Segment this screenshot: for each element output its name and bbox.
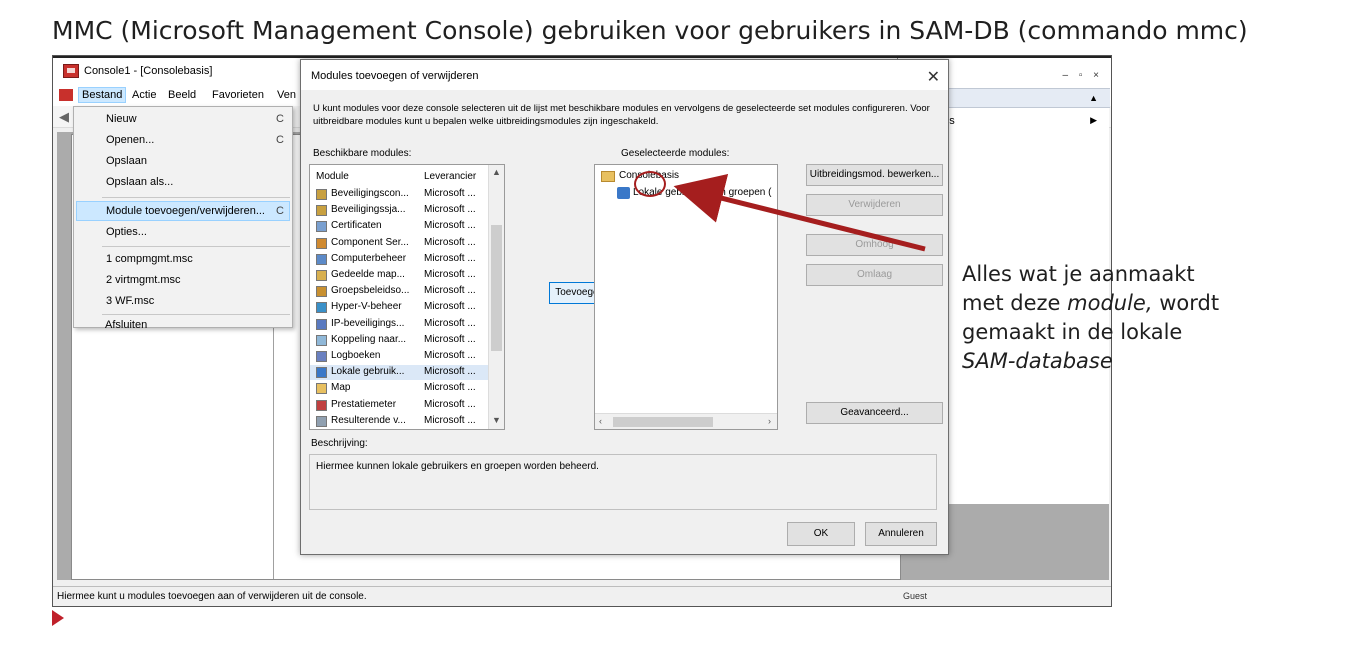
callout-text: met deze (962, 291, 1068, 315)
callout-line: gemaakt in de lokale (962, 320, 1183, 344)
callout-italic: SAM-database (962, 349, 1113, 373)
mmc-screenshot: Console1 - [Consolebasis] — ☐ ✕ Bestand … (52, 55, 1112, 607)
callout-line: met deze module, wordt (962, 289, 1242, 318)
callout-text: wordt (1152, 291, 1220, 315)
slide-bullet-icon (52, 610, 64, 626)
callout-italic: module, (1067, 291, 1153, 315)
annotation-arrow (673, 174, 926, 252)
slide-title: MMC (Microsoft Management Console) gebru… (52, 16, 1248, 45)
callout-line: SAM-database (962, 347, 1242, 376)
callout-line: Alles wat je aanmaakt (962, 262, 1195, 286)
annotation-callout: Alles wat je aanmaakt met deze module, w… (962, 260, 1242, 376)
